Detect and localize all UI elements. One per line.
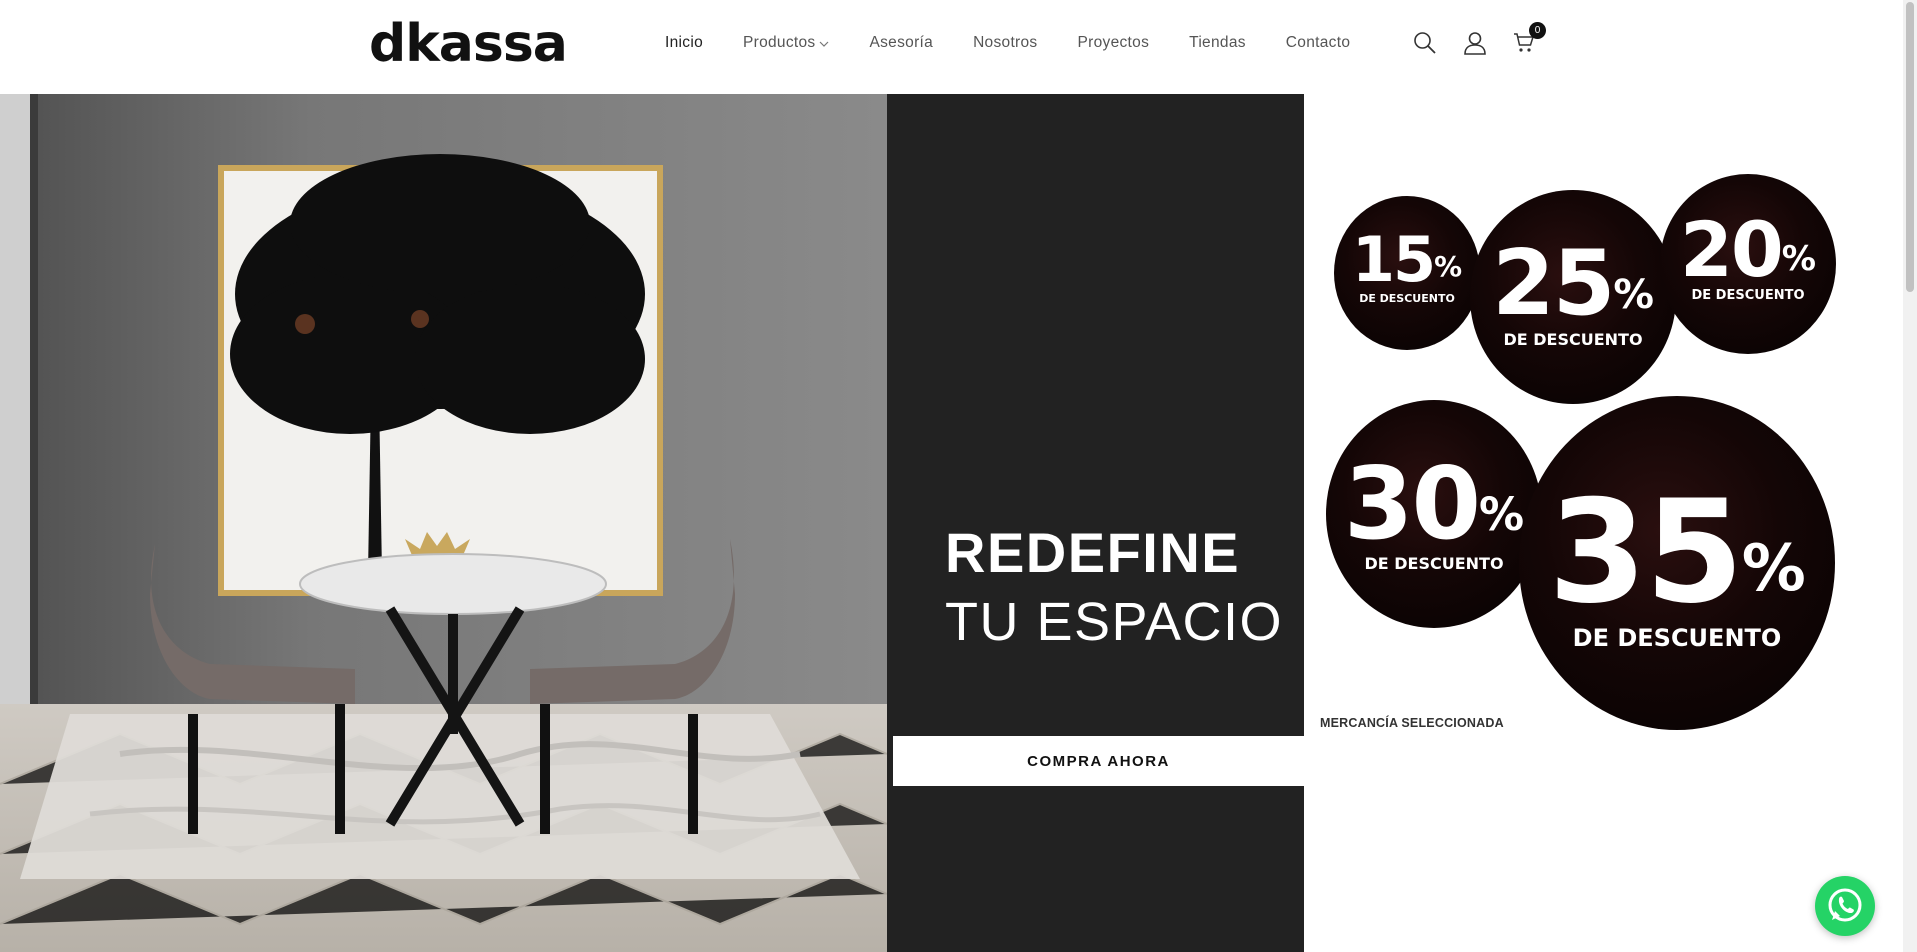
promo-footnote: MERCANCÍA SELECCIONADA [1320, 716, 1504, 730]
shop-now-button[interactable]: COMPRA AHORA [893, 736, 1304, 786]
hero-image [0, 94, 887, 952]
discount-badge-30: 30% DE DESCUENTO [1326, 400, 1542, 628]
headline-line-2: TU ESPACIO [945, 592, 1284, 652]
promo-discounts: 15% DE DESCUENTO 25% DE DESCUENTO 20% DE… [1304, 94, 1903, 952]
discount-badge-35: 35% DE DESCUENTO [1519, 396, 1835, 730]
site-header: dkassa Inicio Productos Asesoría Nosotro… [0, 0, 1903, 94]
nav-item-inicio[interactable]: Inicio [665, 34, 703, 52]
search-icon[interactable] [1412, 30, 1438, 56]
nav-item-tiendas[interactable]: Tiendas [1189, 34, 1246, 52]
discount-badge-25: 25% DE DESCUENTO [1470, 190, 1676, 404]
discount-badge-20: 20% DE DESCUENTO [1660, 174, 1836, 354]
nav-item-proyectos[interactable]: Proyectos [1078, 34, 1150, 52]
discount-badge-15: 15% DE DESCUENTO [1334, 196, 1480, 350]
nav-item-contacto[interactable]: Contacto [1286, 34, 1350, 52]
discount-percent: 25 [1492, 231, 1615, 336]
user-icon[interactable] [1462, 30, 1488, 56]
discount-percent: 35 [1548, 470, 1744, 635]
discount-percent: 30 [1343, 445, 1481, 562]
cart-count-badge: 0 [1529, 22, 1546, 39]
chevron-down-icon [819, 34, 829, 52]
whatsapp-button[interactable] [1815, 876, 1875, 936]
cart-icon[interactable]: 0 [1512, 22, 1546, 56]
brand-logo[interactable]: dkassa [369, 12, 568, 76]
discount-percent: 15 [1351, 223, 1436, 296]
discount-percent: 20 [1679, 205, 1784, 294]
page-scrollbar[interactable] [1903, 0, 1917, 952]
scrollbar-thumb[interactable] [1906, 2, 1914, 292]
header-icons: 0 [1412, 22, 1562, 56]
nav-item-asesoria[interactable]: Asesoría [869, 34, 933, 52]
nav-item-nosotros[interactable]: Nosotros [973, 34, 1037, 52]
hero-headline: REDEFINE TU ESPACIO [945, 518, 1283, 656]
whatsapp-icon [1815, 888, 1875, 940]
nav-item-productos[interactable]: Productos [743, 34, 830, 52]
main-nav: Inicio Productos Asesoría Nosotros Proye… [665, 34, 1390, 52]
nav-item-label: Productos [742, 34, 816, 52]
hero-banner: REDEFINE TU ESPACIO COMPRA AHORA 15% DE … [0, 94, 1903, 952]
headline-line-1: REDEFINE [945, 521, 1241, 584]
